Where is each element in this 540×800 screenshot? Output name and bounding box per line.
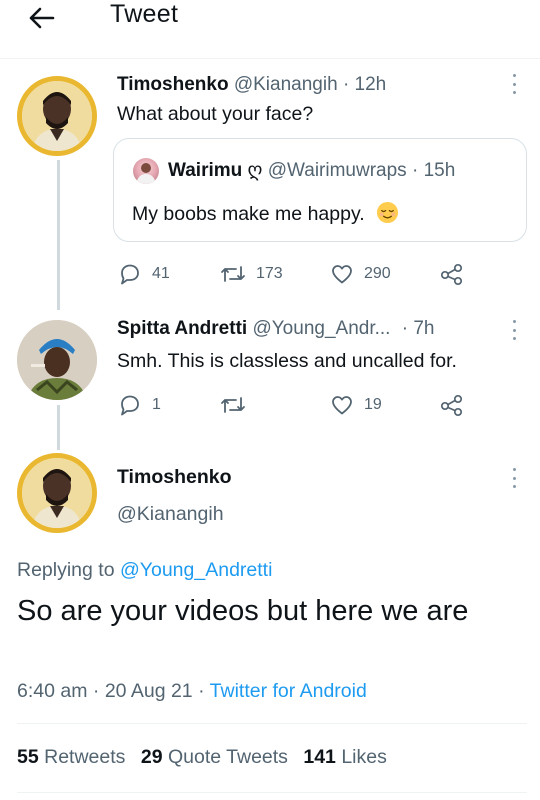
more-options-icon[interactable] [511, 320, 517, 340]
quote-author-badge: ღ [247, 160, 263, 181]
quoted-tweet[interactable]: Wairimu ღ @Wairimuwraps · 15h My boobs m… [113, 138, 527, 242]
avatar[interactable] [17, 76, 97, 156]
like-button[interactable]: 19 [330, 393, 382, 417]
reply-count: 41 [152, 265, 170, 282]
tweet-meta: 6:40 am · 20 Aug 21 · Twitter for Androi… [17, 680, 367, 703]
author-handle[interactable]: @Kianangih [234, 74, 338, 95]
retweet-count: 173 [256, 265, 283, 282]
avatar[interactable] [17, 453, 97, 533]
tweet-text: Smh. This is classless and uncalled for. [117, 350, 457, 372]
share-icon [440, 394, 463, 417]
header-divider [0, 58, 540, 59]
quotes-label: Quote Tweets [167, 746, 288, 768]
like-count: 290 [364, 265, 391, 282]
arrow-left-icon [29, 7, 55, 29]
quote-text-line: My boobs make me happy. [132, 201, 399, 226]
tweet-time[interactable]: 6:40 am [17, 680, 87, 702]
thread-line [57, 160, 60, 310]
heart-icon [332, 265, 352, 284]
relieved-face-emoji-icon [377, 201, 399, 224]
reply-button[interactable]: 1 [118, 393, 161, 417]
retweet-button[interactable] [220, 393, 256, 417]
reply-icon [121, 395, 139, 416]
likes-label: Likes [341, 746, 387, 768]
tweet-time[interactable]: 12h [355, 74, 387, 95]
likes-stat[interactable]: 141 Likes [303, 746, 387, 768]
retweet-icon [221, 397, 245, 413]
retweets-label: Retweets [44, 746, 126, 768]
share-button[interactable] [439, 262, 465, 286]
avatar-image-icon [17, 320, 97, 400]
like-count: 19 [364, 396, 382, 413]
avatar-image-icon [136, 163, 156, 184]
tweet-source[interactable]: Twitter for Android [210, 680, 367, 702]
quote-author-handle: @Wairimuwraps [267, 160, 407, 181]
quote-header: Wairimu ღ @Wairimuwraps · 15h [168, 159, 455, 182]
top-bar: Tweet [0, 0, 540, 40]
thread-line [57, 405, 60, 450]
replying-to-link[interactable]: @Young_Andretti [120, 559, 272, 581]
heart-icon [332, 396, 352, 415]
avatar-image-icon [22, 458, 92, 528]
divider [17, 792, 527, 793]
replying-to: Replying to @Young_Andretti [17, 559, 272, 582]
author-handle[interactable]: @Young_Andr... [252, 318, 390, 339]
quote-avatar[interactable] [133, 158, 159, 184]
quote-text: My boobs make me happy. [132, 203, 365, 225]
separator-dot: · [411, 160, 419, 181]
like-button[interactable]: 290 [330, 262, 391, 286]
share-button[interactable] [439, 393, 465, 417]
author-name[interactable]: Timoshenko [117, 74, 229, 95]
avatar-image-icon [22, 81, 92, 151]
quote-author-name: Wairimu [168, 160, 243, 181]
tweet-time[interactable]: 7h [413, 318, 434, 339]
likes-count: 141 [303, 746, 336, 768]
author-handle[interactable]: @Kianangih [117, 503, 224, 526]
back-button[interactable] [26, 4, 56, 32]
divider [17, 723, 527, 724]
more-options-icon[interactable] [511, 468, 517, 488]
replying-to-prefix: Replying to [17, 559, 115, 581]
separator-dot: · [92, 680, 100, 702]
author-name[interactable]: Spitta Andretti [117, 318, 247, 339]
quote-tweets-stat[interactable]: 29 Quote Tweets [141, 746, 288, 768]
separator-dot: · [342, 74, 350, 95]
retweets-stat[interactable]: 55 Retweets [17, 746, 125, 768]
tweet-stats: 55 Retweets 29 Quote Tweets 141 Likes [17, 746, 397, 769]
quote-time: 15h [423, 160, 456, 181]
reply-button[interactable]: 41 [118, 262, 170, 286]
share-icon [440, 263, 463, 286]
quotes-count: 29 [140, 746, 163, 768]
reply-icon [121, 264, 139, 285]
more-options-icon[interactable] [511, 74, 517, 94]
avatar[interactable] [17, 320, 97, 400]
author-name[interactable]: Timoshenko [117, 466, 232, 489]
tweet-date[interactable]: 20 Aug 21 [105, 680, 193, 702]
retweet-icon [221, 266, 245, 282]
reply-count: 1 [152, 396, 161, 413]
tweet-text: So are your videos but here we are [17, 595, 469, 627]
retweets-count: 55 [17, 746, 39, 768]
separator-dot: · [401, 318, 409, 339]
tweet-text: What about your face? [117, 103, 314, 125]
tweet-header: Spitta Andretti @Young_Andr... · 7h [117, 318, 434, 340]
retweet-button[interactable]: 173 [220, 262, 283, 286]
separator-dot: · [198, 680, 205, 702]
page-title: Tweet [110, 0, 179, 28]
tweet-header: Timoshenko @Kianangih · 12h [117, 74, 386, 96]
